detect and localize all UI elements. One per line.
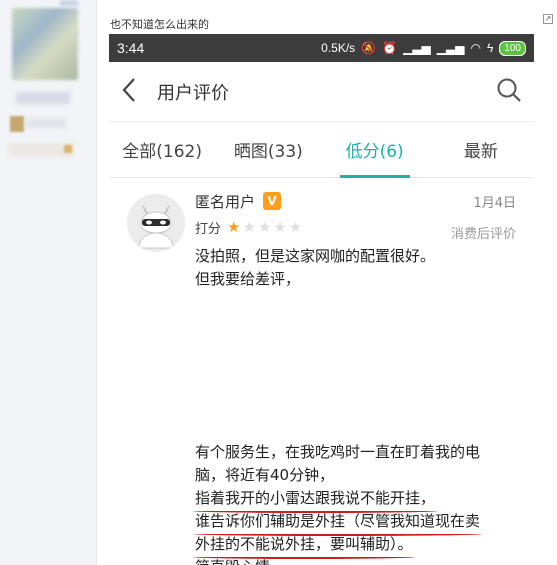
blurred-text — [16, 92, 70, 104]
star-icon: ★ — [288, 218, 303, 236]
review-line: 指着我开的小雷达跟我说不能开挂， — [192, 487, 515, 513]
search-button[interactable] — [496, 77, 522, 107]
blurred-text — [26, 118, 66, 128]
anonymous-avatar-icon — [127, 194, 185, 252]
review-line: 外挂的不能说外挂，要叫辅助）。 — [193, 533, 515, 559]
wifi-icon: ◠ — [470, 41, 481, 55]
review-item: 1月4日 匿名用户 V 打分 ★ ★ ★ ★ ★ 消费后评价 没拍照，但是这家网… — [109, 178, 534, 565]
star-rating: ★ ★ ★ ★ ★ — [227, 220, 302, 235]
blurred-icon — [64, 145, 72, 153]
tab-photos[interactable]: 晒图(33) — [215, 122, 321, 177]
review-line: 脑，将近有40分钟， — [195, 466, 335, 484]
charging-icon: ϟ — [486, 41, 494, 55]
back-button[interactable] — [109, 77, 149, 107]
blurred-element — [60, 0, 78, 6]
chat-sidebar — [0, 0, 97, 565]
status-bar: 3:44 0.5K/s 🔕 ⏰ ▁▃▅ ▁▃▅ ◠ ϟ 100 — [109, 34, 534, 62]
contact-avatar[interactable] — [12, 8, 78, 80]
review-text: 没拍照，但是这家网咖的配置很好。 但我要给差评， 有个服务生，在我吃鸡时一直在盯… — [192, 245, 515, 565]
blurred-icon — [10, 116, 24, 132]
star-icon: ★ — [257, 218, 272, 236]
star-icon: ★ — [273, 218, 287, 236]
avatar[interactable] — [127, 194, 185, 252]
app-bar: 用户评价 — [109, 62, 534, 122]
review-line: 有个服务生，在我吃鸡时一直在盯着我的电 — [195, 443, 481, 461]
vip-badge: V — [263, 192, 282, 210]
message-caption: 也不知道怎么出来的 — [110, 18, 209, 31]
review-line: 谁告诉你们辅助是外挂（尽管我知道现在卖 — [192, 510, 515, 536]
network-speed: 0.5K/s — [321, 41, 356, 55]
annotated-text: 谁告诉你们辅助是外挂（尽管我知道现在卖 — [192, 510, 483, 536]
review-tabs: 全部(162) 晒图(33) 低分(6) 最新 — [109, 122, 534, 178]
reviewer-name: 匿名用户 — [195, 192, 256, 211]
alarm-icon: ⏰ — [382, 41, 398, 55]
star-icon: ★ — [242, 218, 256, 236]
signal-icon: ▁▃▅ — [403, 41, 431, 55]
tab-low-score[interactable]: 低分(6) — [322, 122, 428, 178]
star-icon: ★ — [227, 218, 241, 236]
review-line: 没拍照，但是这家网咖的配置很好。 — [195, 247, 436, 265]
rating-label: 打分 — [195, 222, 222, 237]
battery-icon: 100 — [499, 40, 526, 56]
phone-screenshot: 3:44 0.5K/s 🔕 ⏰ ▁▃▅ ▁▃▅ ◠ ϟ 100 用户评价 全部(… — [109, 34, 534, 565]
review-date: 1月4日 — [473, 196, 516, 211]
review-type: 消费后评价 — [450, 227, 516, 242]
status-time: 3:44 — [117, 40, 145, 56]
annotated-text: 指着我开的小雷达跟我说不能开挂， — [192, 487, 438, 513]
mute-icon: 🔕 — [361, 41, 377, 55]
search-icon — [497, 78, 521, 102]
annotated-text: 简直毁心情。 — [195, 556, 285, 565]
annotated-text: 外挂的不能说外挂，要叫辅助）。 — [193, 533, 415, 559]
signal-icon: ▁▃▅ — [436, 41, 465, 55]
tab-all[interactable]: 全部(162) — [109, 122, 215, 177]
page-title: 用户评价 — [157, 82, 229, 104]
expand-icon[interactable]: ↗ — [543, 14, 553, 24]
tab-latest[interactable]: 最新 — [428, 122, 534, 177]
chevron-left-icon — [122, 77, 135, 102]
review-line: 但我要给差评， — [195, 270, 301, 288]
